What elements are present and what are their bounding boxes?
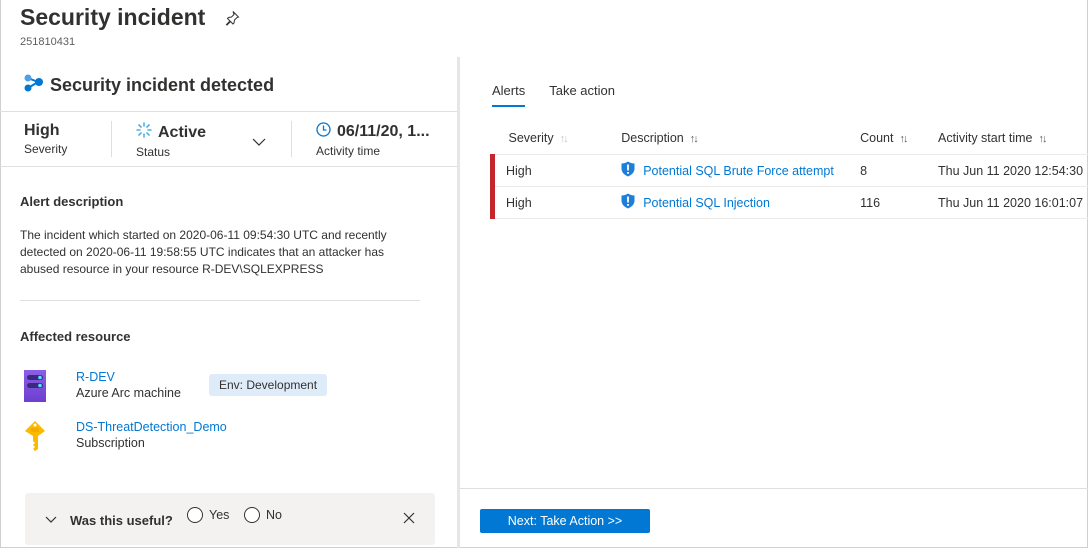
shield-alert-icon	[621, 161, 635, 180]
divider	[111, 121, 112, 157]
alert-link[interactable]: Potential SQL Brute Force attempt	[643, 164, 834, 178]
radio-circle[interactable]	[244, 507, 260, 523]
alert-link[interactable]: Potential SQL Injection	[643, 196, 770, 210]
divider	[0, 111, 457, 112]
column-header-description[interactable]: Description ↑↓	[607, 122, 846, 155]
column-header-severity[interactable]: Severity ↑↓	[493, 122, 608, 155]
server-icon	[24, 370, 46, 405]
sort-icon[interactable]: ↑↓	[690, 133, 699, 145]
severity-cell: High	[490, 154, 608, 187]
incident-id: 251810431	[20, 36, 76, 48]
divider	[20, 300, 420, 301]
page-title: Security incident	[20, 4, 206, 30]
resource-link-r-dev[interactable]: R-DEV	[76, 370, 181, 384]
status-dropdown[interactable]: Active Status	[136, 122, 271, 159]
feedback-yes-radio[interactable]: Yes	[187, 507, 229, 523]
incident-graph-icon	[24, 74, 44, 97]
alert-description-text: The incident which started on 2020-06-11…	[20, 228, 387, 276]
start-time-cell: Thu Jun 11 2020 16:01:07	[924, 186, 1088, 219]
shield-alert-icon	[621, 193, 635, 212]
pin-icon[interactable]	[224, 10, 240, 26]
sort-icon[interactable]: ↑↓	[1038, 133, 1047, 145]
divider	[460, 488, 1088, 489]
resource-item: DS-ThreatDetection_Demo Subscription	[24, 420, 227, 455]
sort-icon[interactable]: ↑↓	[899, 133, 908, 145]
table-header-row: Severity ↑↓ Description ↑↓ Count ↑↓ Activit…	[493, 122, 1088, 155]
incident-title: Security incident detected	[24, 74, 274, 97]
feedback-question: Was this useful?	[70, 513, 173, 528]
resource-link-subscription[interactable]: DS-ThreatDetection_Demo	[76, 420, 227, 434]
feedback-bar: Was this useful? Yes No	[25, 493, 435, 545]
activity-time-stat: 06/11/20, 1... Activity time	[316, 122, 430, 158]
divider	[291, 121, 292, 157]
severity-cell: High	[490, 186, 608, 219]
close-icon[interactable]	[403, 512, 415, 527]
alerts-table: Severity ↑↓ Description ↑↓ Count ↑↓ Activit…	[490, 122, 1088, 219]
severity-stat: High Severity	[24, 122, 68, 156]
tab-alerts[interactable]: Alerts	[492, 83, 526, 107]
env-tag: Env: Development	[209, 374, 328, 396]
chevron-down-icon[interactable]	[252, 134, 266, 149]
sort-icon[interactable]: ↑↓	[560, 133, 569, 145]
table-row[interactable]: High Potential SQL Injection 116 Thu Jun…	[490, 186, 1088, 219]
pane-splitter[interactable]	[457, 57, 460, 548]
chevron-down-icon[interactable]	[45, 512, 57, 527]
description-cell: Potential SQL Injection	[607, 186, 847, 219]
count-cell: 8	[846, 154, 924, 187]
active-spinner-icon	[136, 122, 152, 143]
description-cell: Potential SQL Brute Force attempt	[607, 154, 847, 187]
next-take-action-button[interactable]: Next: Take Action >>	[480, 509, 650, 533]
incident-details-panel: Security incident detected High Severity…	[0, 57, 458, 548]
alert-description-heading: Alert description	[20, 194, 124, 209]
column-header-count[interactable]: Count ↑↓	[846, 122, 924, 155]
table-row[interactable]: High Potential SQL Brute Force attempt 8…	[490, 154, 1088, 187]
divider	[0, 166, 457, 167]
clock-icon	[316, 122, 331, 142]
tab-bar: Alerts Take action	[492, 83, 615, 107]
radio-circle[interactable]	[187, 507, 203, 523]
resource-item: R-DEV Azure Arc machine	[24, 370, 181, 405]
feedback-no-radio[interactable]: No	[244, 507, 282, 523]
count-cell: 116	[846, 186, 924, 219]
start-time-cell: Thu Jun 11 2020 12:54:30	[924, 154, 1088, 187]
key-icon	[24, 420, 46, 455]
column-header-activity-start-time[interactable]: Activity start time ↑↓	[924, 122, 1088, 155]
tab-take-action[interactable]: Take action	[549, 83, 615, 107]
affected-resource-heading: Affected resource	[20, 329, 131, 344]
